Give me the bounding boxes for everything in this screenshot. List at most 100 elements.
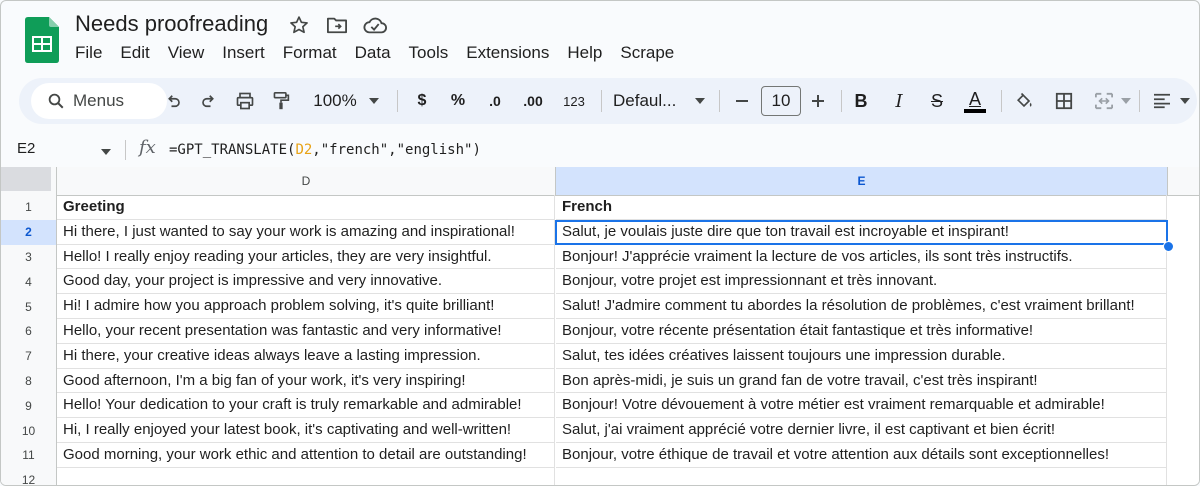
row-header-6[interactable]: 6 (1, 319, 57, 345)
font-size-input[interactable]: 10 (761, 86, 801, 116)
decrease-decimal-button[interactable]: .0 (481, 78, 509, 124)
name-box[interactable]: E2 (17, 140, 35, 157)
name-box-dropdown-icon[interactable] (101, 142, 111, 160)
toolbar-divider (397, 90, 398, 112)
row-header-9[interactable]: 9 (1, 393, 57, 420)
text-color-letter: A (968, 88, 981, 109)
cell-e2[interactable]: Salut, je voulais juste dire que ton tra… (556, 219, 1167, 245)
percent-button[interactable]: % (445, 78, 471, 124)
menu-data[interactable]: Data (355, 43, 399, 63)
cell-e7[interactable]: Salut, tes idées créatives laissent touj… (556, 343, 1167, 369)
menu-tools[interactable]: Tools (409, 43, 457, 63)
row-header-4[interactable]: 4 (1, 269, 57, 296)
merge-dropdown-icon[interactable] (1119, 78, 1133, 124)
cell-e10[interactable]: Salut, j'ai vraiment apprécié votre dern… (556, 418, 1167, 443)
fill-color-button[interactable] (1011, 78, 1037, 124)
cell-e4[interactable]: Bonjour, votre projet est impressionnant… (556, 269, 1167, 295)
menus-search-button[interactable]: Menus (31, 83, 167, 119)
row-header-10[interactable]: 10 (1, 418, 57, 444)
cloud-saved-icon[interactable] (363, 13, 387, 37)
cell-d8[interactable]: Good afternoon, I'm a big fan of your wo… (57, 368, 555, 394)
cell-e9[interactable]: Bonjour! Votre dévouement à votre métier… (556, 393, 1167, 419)
row-header-12[interactable]: 12 (1, 467, 57, 485)
menu-bar: File Edit View Insert Format Data Tools … (75, 43, 692, 63)
align-left-icon (1154, 93, 1170, 109)
row-header-11[interactable]: 11 (1, 443, 57, 469)
font-dropdown-icon[interactable] (691, 78, 709, 124)
zoom-select[interactable]: 100% (307, 78, 363, 124)
menu-extensions[interactable]: Extensions (466, 43, 557, 63)
menu-edit[interactable]: Edit (120, 43, 157, 63)
cell-d2[interactable]: Hi there, I just wanted to say your work… (57, 219, 555, 245)
cell-e3[interactable]: Bonjour! J'apprécie vraiment la lecture … (556, 244, 1167, 270)
cell-d3[interactable]: Hello! I really enjoy reading your artic… (57, 244, 555, 270)
cell-e8[interactable]: Bon après-midi, je suis un grand fan de … (556, 368, 1167, 394)
row-header-8[interactable]: 8 (1, 368, 57, 395)
printer-icon (236, 92, 254, 110)
cell-d9[interactable]: Hello! Your dedication to your craft is … (57, 393, 555, 419)
select-all-corner[interactable] (1, 167, 57, 196)
row-header-5[interactable]: 5 (1, 294, 57, 320)
document-title[interactable]: Needs proofreading (75, 11, 268, 37)
cell-d6[interactable]: Hello, your recent presentation was fant… (57, 319, 555, 344)
cell-d11[interactable]: Good morning, your work ethic and attent… (57, 443, 555, 468)
horizontal-align-button[interactable] (1149, 78, 1175, 124)
fill-handle[interactable] (1163, 241, 1174, 252)
row-header-2[interactable]: 2 (1, 219, 57, 246)
cell-d1[interactable]: Greeting (57, 195, 555, 220)
formula-input[interactable]: =GPT_TRANSLATE(D2,"french","english") (169, 142, 481, 158)
menu-scrape[interactable]: Scrape (620, 43, 682, 63)
column-header-e[interactable]: E (556, 167, 1168, 196)
cell-d10[interactable]: Hi, I really enjoyed your latest book, i… (57, 418, 555, 443)
decrease-font-size-button[interactable] (729, 78, 755, 124)
toolbar-divider (1139, 90, 1140, 112)
cell-e1[interactable]: French (556, 195, 1167, 220)
menu-help[interactable]: Help (567, 43, 610, 63)
paint-format-button[interactable] (267, 78, 295, 124)
currency-button[interactable]: $ (409, 78, 435, 124)
cell-e6[interactable]: Bonjour, votre récente présentation étai… (556, 319, 1167, 344)
menu-file[interactable]: File (75, 43, 110, 63)
minus-icon (736, 100, 748, 102)
cell-d5[interactable]: Hi! I admire how you approach problem so… (57, 294, 555, 319)
cell-d7[interactable]: Hi there, your creative ideas always lea… (57, 343, 555, 369)
row-header-7[interactable]: 7 (1, 343, 57, 370)
cell-e11[interactable]: Bonjour, votre éthique de travail et vot… (556, 443, 1167, 468)
toolbar: Menus 100% $ % .0 .00 123 Defaul... 10 B… (19, 78, 1197, 124)
more-formats-button[interactable]: 123 (557, 78, 591, 124)
toolbar-divider (841, 90, 842, 112)
align-dropdown-icon[interactable] (1177, 78, 1193, 124)
cell-e5[interactable]: Salut! J'admire comment tu abordes la ré… (556, 294, 1167, 319)
undo-button[interactable] (159, 78, 187, 124)
menus-search-label: Menus (73, 91, 125, 110)
redo-button[interactable] (195, 78, 223, 124)
bold-button[interactable]: B (849, 78, 873, 124)
borders-button[interactable] (1051, 78, 1077, 124)
strikethrough-button[interactable]: S (925, 78, 949, 124)
increase-font-size-button[interactable] (805, 78, 831, 124)
toolbar-divider (601, 90, 602, 112)
row-header-3[interactable]: 3 (1, 244, 57, 271)
borders-icon (1055, 92, 1073, 110)
formula-cell-reference: D2 (295, 142, 313, 158)
zoom-dropdown-icon[interactable] (365, 78, 383, 124)
cell-d4[interactable]: Good day, your project is impressive and… (57, 269, 555, 295)
star-icon[interactable] (287, 13, 311, 37)
move-folder-icon[interactable] (325, 13, 349, 37)
text-color-button[interactable]: A (961, 78, 989, 124)
menu-insert[interactable]: Insert (222, 43, 273, 63)
row-header-1[interactable]: 1 (1, 195, 57, 221)
sheets-logo-icon[interactable] (25, 17, 59, 63)
menu-format[interactable]: Format (283, 43, 345, 63)
merge-cells-button[interactable] (1091, 78, 1117, 124)
column-header-d[interactable]: D (57, 167, 556, 196)
increase-decimal-button[interactable]: .00 (517, 78, 549, 124)
cell-e12[interactable] (556, 467, 1167, 485)
font-family-select[interactable]: Defaul... (613, 78, 687, 124)
cell-d12[interactable] (57, 467, 555, 485)
paint-roller-icon (273, 92, 290, 110)
menu-view[interactable]: View (168, 43, 213, 63)
italic-button[interactable]: I (887, 78, 911, 124)
print-button[interactable] (231, 78, 259, 124)
paint-bucket-icon (1016, 92, 1032, 108)
